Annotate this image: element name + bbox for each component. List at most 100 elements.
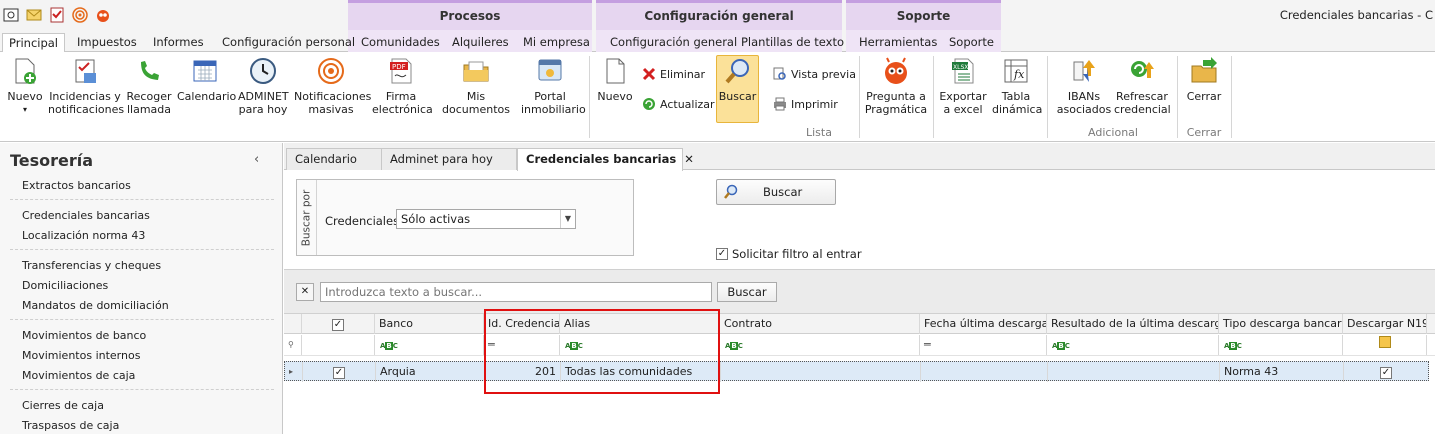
- buscar-filter-button[interactable]: Buscar: [716, 179, 836, 205]
- recoger-llamada-button[interactable]: Recoger llamada: [125, 56, 173, 116]
- pregunta-pragmatica-button[interactable]: Pregunta a Pragmática: [864, 56, 928, 116]
- sidebar-item-traspasos[interactable]: Traspasos de caja: [22, 419, 119, 432]
- sidebar-item-mov-caja[interactable]: Movimientos de caja: [22, 369, 135, 382]
- tab-configuracion-general[interactable]: Configuración general: [604, 33, 743, 52]
- col-resultado[interactable]: Resultado de la última descarga: [1047, 314, 1219, 334]
- text-filter-icon: ABC: [380, 342, 398, 350]
- vista-previa-button[interactable]: Vista previa: [773, 64, 856, 84]
- table-row[interactable]: ▸ ✓ Arquia 201 Todas las comunidades Nor…: [284, 361, 1429, 382]
- filter-row-icon: ⚲: [284, 335, 302, 355]
- cell-tipo: Norma 43: [1220, 362, 1344, 382]
- portal-inmobiliario-button[interactable]: Portal inmobiliario: [521, 56, 586, 116]
- tab-herramientas[interactable]: Herramientas: [853, 33, 943, 52]
- chevron-left-icon[interactable]: ‹: [254, 152, 259, 167]
- robot-icon: [885, 57, 907, 84]
- doctab-calendario[interactable]: Calendario: [286, 148, 382, 170]
- refrescar-credencial-button[interactable]: Refrescar credencial: [1114, 56, 1171, 116]
- col-fecha[interactable]: Fecha última descarga: [920, 314, 1047, 334]
- sidebar-item-mandatos[interactable]: Mandatos de domiciliación: [22, 299, 169, 312]
- ibans-asociados-button[interactable]: IBANs asociados: [1056, 56, 1112, 116]
- robot-icon[interactable]: [94, 6, 111, 23]
- eliminar-button[interactable]: Eliminar: [642, 64, 705, 84]
- filter-banco[interactable]: ABC: [375, 335, 484, 355]
- close-icon[interactable]: ✕: [684, 152, 694, 166]
- sidebar-item-credenciales[interactable]: Credenciales bancarias: [22, 209, 150, 222]
- col-descargar-n19[interactable]: Descargar N19: [1343, 314, 1427, 334]
- row-select-checkbox[interactable]: ✓: [303, 362, 376, 382]
- sidebar-item-mov-internos[interactable]: Movimientos internos: [22, 349, 140, 362]
- credentials-grid: ✓ Banco Id. Credencial Alias Contrato Fe…: [284, 314, 1435, 434]
- tab-plantillas-de-texto[interactable]: Plantillas de texto: [735, 33, 850, 52]
- text-filter-icon: ABC: [1224, 342, 1242, 350]
- sidebar-item-transferencias[interactable]: Transferencias y cheques: [22, 259, 161, 272]
- select-all-checkbox[interactable]: ✓: [302, 314, 375, 334]
- cell-contrato: [721, 362, 921, 382]
- solicitar-filtro-checkbox[interactable]: ✓: [716, 248, 728, 260]
- tasks-icon[interactable]: [48, 6, 65, 23]
- doctab-credenciales[interactable]: Credenciales bancarias ✕: [517, 148, 694, 171]
- mis-documentos-button[interactable]: Mis documentos: [436, 56, 516, 116]
- tab-soporte[interactable]: Soporte: [943, 33, 1000, 52]
- filter-contrato[interactable]: ABC: [720, 335, 920, 355]
- filter-descargar[interactable]: [1343, 335, 1427, 355]
- firma-electronica-button[interactable]: PDF Firma electrónica: [372, 56, 433, 116]
- actualizar-button[interactable]: Actualizar: [642, 94, 715, 114]
- content-area: Buscar por Credenciales: Sólo activas ▼ …: [284, 171, 1435, 434]
- calendario-button[interactable]: Calendario: [177, 56, 236, 103]
- filter-group-label: Buscar por: [300, 189, 313, 246]
- broadcast-icon[interactable]: [71, 6, 88, 23]
- col-alias[interactable]: Alias: [560, 314, 720, 334]
- tab-configuracion-personal[interactable]: Configuración personal: [216, 33, 361, 52]
- filter-resultado[interactable]: ABC: [1047, 335, 1219, 355]
- filter-tipo[interactable]: ABC: [1219, 335, 1343, 355]
- tab-comunidades[interactable]: Comunidades: [355, 33, 446, 52]
- tab-principal[interactable]: Principal: [2, 33, 66, 53]
- tab-mi-empresa[interactable]: Mi empresa: [517, 33, 596, 52]
- exportar-excel-button[interactable]: XLSX Exportar a excel: [938, 56, 988, 116]
- cerrar-button[interactable]: Cerrar: [1182, 56, 1226, 103]
- incidencias-button[interactable]: Incidencias y notificaciones: [48, 56, 124, 116]
- text-filter-icon: ABC: [565, 342, 583, 350]
- sidebar-item-domiciliaciones[interactable]: Domiciliaciones: [22, 279, 108, 292]
- find-button[interactable]: Buscar: [717, 282, 777, 302]
- adminet-button[interactable]: ADMINET para hoy: [238, 56, 289, 116]
- tab-impuestos[interactable]: Impuestos: [71, 33, 143, 52]
- cell-descargar[interactable]: ✓: [1344, 362, 1428, 382]
- col-banco[interactable]: Banco: [375, 314, 484, 334]
- credenciales-select[interactable]: Sólo activas ▼: [396, 209, 576, 229]
- credenciales-label: Credenciales:: [325, 214, 403, 228]
- imprimir-button[interactable]: Imprimir: [773, 94, 838, 114]
- col-contrato[interactable]: Contrato: [720, 314, 920, 334]
- svg-text:fx: fx: [1013, 68, 1025, 81]
- col-tipo-descarga[interactable]: Tipo descarga bancaria: [1219, 314, 1343, 334]
- group-label-adicional: Adicional: [1088, 126, 1138, 139]
- grid-header: ✓ Banco Id. Credencial Alias Contrato Fe…: [284, 314, 1435, 334]
- close-icon[interactable]: ✕: [296, 283, 314, 301]
- pivot-table-icon: fx: [1004, 59, 1028, 83]
- tabla-dinamica-button[interactable]: fx Tabla dinámica: [992, 56, 1042, 116]
- filter-fecha[interactable]: ═: [920, 335, 1047, 355]
- indeterminate-checkbox[interactable]: [1378, 336, 1391, 348]
- document-tabs: Calendario Adminet para hoy Credenciales…: [284, 143, 1435, 171]
- buscar-ribbon-button[interactable]: Buscar: [716, 55, 759, 123]
- app-icon[interactable]: [2, 6, 19, 23]
- sidebar-item-cierres[interactable]: Cierres de caja: [22, 399, 104, 412]
- tab-alquileres[interactable]: Alquileres: [446, 33, 515, 52]
- notificaciones-masivas-button[interactable]: Notificaciones masivas: [294, 56, 371, 116]
- sidebar-item-mov-banco[interactable]: Movimientos de banco: [22, 329, 146, 342]
- tab-informes[interactable]: Informes: [147, 33, 210, 52]
- sidebar-item-extractos[interactable]: Extractos bancarios: [22, 179, 131, 192]
- filter-alias[interactable]: ABC: [560, 335, 720, 355]
- nuevo-registro-button[interactable]: Nuevo: [595, 56, 635, 103]
- sidebar-item-norma43[interactable]: Localización norma 43: [22, 229, 145, 242]
- filter-id[interactable]: ═: [484, 335, 560, 355]
- chevron-down-icon[interactable]: ▼: [560, 210, 575, 228]
- col-id-credencial[interactable]: Id. Credencial: [484, 314, 560, 334]
- pdf-icon: PDF: [390, 58, 412, 84]
- doctab-adminet[interactable]: Adminet para hoy: [381, 148, 517, 170]
- nuevo-button[interactable]: Nuevo ▾: [4, 56, 46, 116]
- context-group-procesos: Procesos: [348, 0, 592, 30]
- find-input[interactable]: [320, 282, 712, 302]
- solicitar-filtro-option[interactable]: ✓ Solicitar filtro al entrar: [716, 247, 862, 261]
- mail-icon[interactable]: [25, 6, 42, 23]
